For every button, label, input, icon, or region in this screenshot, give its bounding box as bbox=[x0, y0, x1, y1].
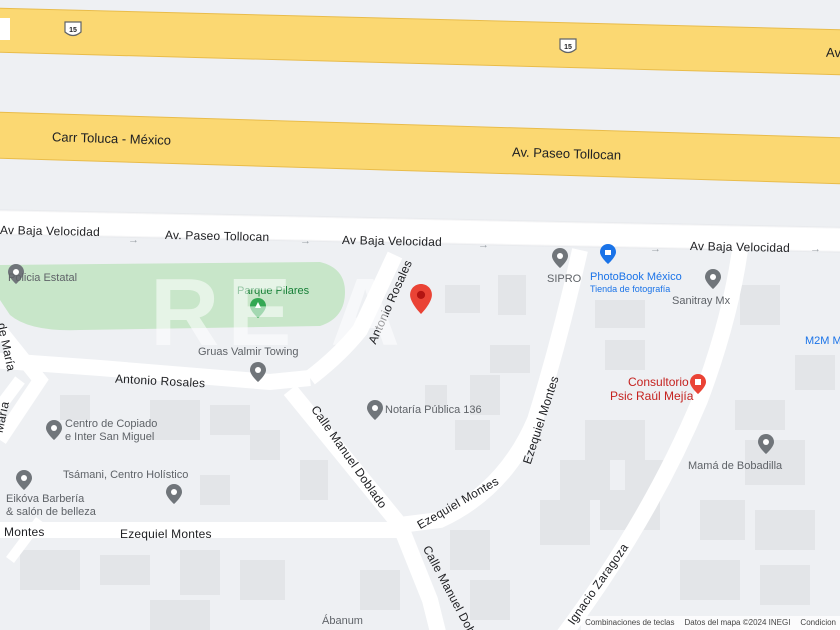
road-label-baja-velocidad: Av Baja Velocidad bbox=[689, 238, 791, 256]
svg-text:→: → bbox=[650, 243, 661, 255]
poi-label-eikova[interactable]: Eikóva Barbería bbox=[6, 493, 84, 506]
poi-pin-icon[interactable] bbox=[367, 400, 383, 420]
road-label-baja-velocidad: Av Baja Velocidad bbox=[0, 222, 101, 240]
shopping-bag-icon[interactable] bbox=[600, 244, 616, 264]
poi-pin-icon[interactable] bbox=[705, 269, 721, 289]
map-data-attribution: Datos del mapa ©2024 INEGI bbox=[684, 618, 791, 627]
svg-text:15: 15 bbox=[69, 27, 77, 34]
terms-link[interactable]: Condicion bbox=[800, 616, 836, 630]
highway-shield-icon: 15 bbox=[64, 21, 82, 37]
road-label-paseo-tollocan-lateral: Av. Paseo Tollocan bbox=[164, 227, 270, 245]
svg-text:→: → bbox=[128, 234, 139, 246]
map-edge-panel bbox=[0, 18, 10, 40]
poi-pin-icon[interactable] bbox=[46, 420, 62, 440]
poi-label-consultorio-name[interactable]: Psic Raúl Mejía bbox=[610, 389, 693, 403]
poi-label-sanitray[interactable]: Sanitray Mx bbox=[672, 295, 730, 308]
poi-sublabel-photobook: Tienda de fotografía bbox=[590, 284, 671, 294]
poi-label-eikova-sub[interactable]: & salón de belleza bbox=[6, 506, 96, 519]
poi-label-centro-copiado-sub[interactable]: e Inter San Miguel bbox=[65, 431, 154, 444]
poi-pin-icon[interactable] bbox=[758, 434, 774, 454]
svg-text:→: → bbox=[478, 239, 489, 251]
road-label-ezequiel-montes: Ezequiel Montes bbox=[120, 527, 212, 541]
poi-pin-icon[interactable] bbox=[552, 248, 568, 268]
poi-label-consultorio[interactable]: Consultorio bbox=[628, 375, 689, 389]
poi-pin-icon[interactable] bbox=[16, 470, 32, 490]
watermark-logo: RE A bbox=[150, 259, 408, 366]
poi-label-policia-estatal[interactable]: Policia Estatal bbox=[8, 272, 77, 285]
poi-pin-icon[interactable] bbox=[166, 484, 182, 504]
map-attribution-bar: Combinaciones de teclas Datos del mapa ©… bbox=[581, 616, 840, 630]
poi-label-mama-bobadilla[interactable]: Mamá de Bobadilla bbox=[688, 460, 782, 473]
highway-shield-icon: 15 bbox=[559, 38, 577, 54]
poi-label-notaria[interactable]: Notaría Pública 136 bbox=[385, 404, 482, 417]
poi-label-m2m[interactable]: M2M M bbox=[805, 334, 840, 348]
poi-label-centro-copiado[interactable]: Centro de Copiado bbox=[65, 418, 157, 431]
keyboard-shortcuts-link[interactable]: Combinaciones de teclas bbox=[585, 616, 674, 630]
map-canvas[interactable]: → → → → → 15 15 Av Carr Toluca - México … bbox=[0, 0, 840, 630]
road-label-baja-velocidad: Av Baja Velocidad bbox=[341, 232, 443, 250]
svg-text:→: → bbox=[300, 235, 311, 247]
poi-label-sipro[interactable]: SIPRO bbox=[547, 273, 581, 286]
poi-label-tsamani[interactable]: Tsámani, Centro Holístico bbox=[63, 469, 188, 482]
medical-pin-icon[interactable] bbox=[690, 374, 706, 394]
poi-label-abanum[interactable]: Ábanum bbox=[322, 615, 363, 628]
road-label-ezequiel-montes: Montes bbox=[4, 525, 45, 539]
selected-location-pin-icon[interactable] bbox=[410, 284, 432, 314]
svg-text:15: 15 bbox=[564, 44, 572, 51]
highway-label-top: Av bbox=[825, 44, 840, 61]
svg-text:→: → bbox=[810, 243, 821, 255]
